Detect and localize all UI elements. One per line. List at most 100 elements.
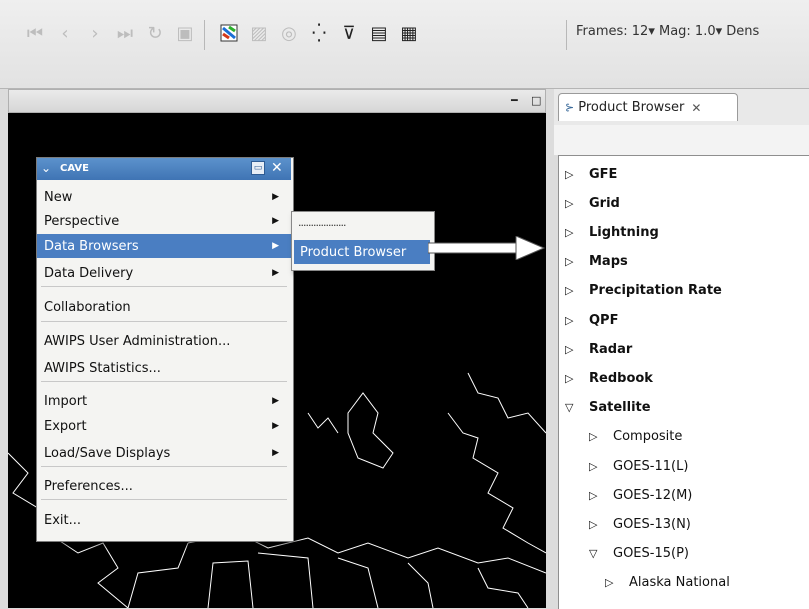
submenu-arrow-icon: ▶	[272, 192, 279, 202]
menu-item-data-browsers[interactable]: Data Browsers ▶	[37, 234, 291, 258]
expand-arrow-icon[interactable]: ▷	[565, 197, 581, 210]
tree-item-label: Satellite	[589, 400, 651, 416]
refresh-icon[interactable]: ▣	[172, 22, 198, 44]
next-frame-icon[interactable]: ›	[82, 22, 108, 44]
submenu-arrow-icon: ▶	[272, 216, 279, 226]
submenu-item-product-browser[interactable]: Product Browser	[294, 240, 430, 264]
tree-item-grid[interactable]: ▷ Grid	[565, 189, 620, 217]
tree-item-maps[interactable]: ▷ Maps	[565, 248, 628, 276]
menu-item-perspective[interactable]: Perspective ▶	[37, 209, 291, 233]
expand-arrow-icon[interactable]: ▷	[589, 460, 605, 473]
expand-arrow-icon[interactable]: ▷	[565, 343, 581, 356]
menu-item-import[interactable]: Import ▶	[37, 389, 291, 413]
frames-mag-density-controls[interactable]: Frames: 12▾ Mag: 1.0▾ Dens	[576, 24, 759, 39]
menu-item-new[interactable]: New ▶	[37, 185, 291, 209]
tree-item-label: Composite	[613, 429, 683, 445]
menu-item-label: Collaboration	[44, 299, 131, 315]
submenu-arrow-icon: ▶	[272, 396, 279, 406]
expand-arrow-icon[interactable]: ▷	[589, 489, 605, 502]
submenu-tearoff[interactable]: ...................	[298, 216, 346, 229]
menu-item-exit[interactable]: Exit...	[37, 508, 291, 532]
collapse-arrow-icon[interactable]: ▽	[565, 401, 581, 414]
menu-item-label: Perspective	[44, 213, 120, 229]
tree-item-goes-11-l[interactable]: ▷ GOES-11(L)	[589, 452, 688, 480]
tree-item-label: Alaska National	[629, 575, 730, 591]
multi-panel-icon[interactable]: ▦	[396, 22, 422, 44]
expand-arrow-icon[interactable]: ▷	[565, 314, 581, 327]
maximize-icon[interactable]: □	[531, 94, 541, 107]
menu-item-label: Load/Save Displays	[44, 445, 171, 461]
expand-arrow-icon[interactable]: ▷	[565, 372, 581, 385]
menu-item-label: AWIPS Statistics...	[44, 360, 161, 376]
tree-item-qpf[interactable]: ▷ QPF	[565, 306, 618, 334]
tree-item-label: Lightning	[589, 224, 659, 240]
tree-item-redbook[interactable]: ▷ Redbook	[565, 364, 653, 392]
coastline	[467, 372, 546, 434]
points-icon[interactable]: ⁛	[306, 22, 332, 44]
tree-view-icon: ⊱	[565, 101, 575, 114]
map-view-header: ━ □	[8, 89, 546, 113]
tab-label: Product Browser	[578, 100, 685, 115]
tree-item-label: Maps	[589, 254, 628, 270]
tree-item-label: Grid	[589, 195, 620, 211]
colormap-icon[interactable]	[216, 22, 242, 44]
tree-item-label: GOES-15(P)	[613, 546, 689, 562]
tree-item-gfe[interactable]: ▷ GFE	[565, 160, 617, 188]
menu-separator	[41, 499, 287, 500]
tree-item-label: QPF	[589, 312, 619, 328]
tree-item-goes-12-m[interactable]: ▷ GOES-12(M)	[589, 481, 692, 509]
expand-arrow-icon[interactable]: ▷	[589, 518, 605, 531]
product-browser-tree[interactable]: ▷ GFE ▷ Grid ▷ Lightning ▷ Maps ▷ Precipitation R…	[558, 155, 809, 609]
cave-menu-title: CAVE	[60, 163, 89, 174]
collapse-arrow-icon[interactable]: ▽	[589, 547, 605, 560]
expand-arrow-icon[interactable]: ▷	[565, 284, 581, 297]
panel-layout-icon[interactable]: ▤	[366, 22, 392, 44]
tree-item-radar[interactable]: ▷ Radar	[565, 335, 632, 363]
menu-item-preferences[interactable]: Preferences...	[37, 474, 291, 498]
tree-item-label: Radar	[589, 341, 633, 357]
state-line	[407, 562, 434, 608]
expand-arrow-icon[interactable]: ▷	[565, 226, 581, 239]
tree-item-composite[interactable]: ▷ Composite	[589, 423, 682, 451]
tree-item-precipitation-rate[interactable]: ▷ Precipitation Rate	[565, 277, 722, 305]
menu-item-data-delivery[interactable]: Data Delivery ▶	[37, 261, 291, 285]
image-icon[interactable]: ▨	[246, 22, 272, 44]
tab-product-browser[interactable]: ⊱ Product Browser ✕	[558, 93, 738, 121]
tools-icon[interactable]: ⊽	[336, 22, 362, 44]
menu-item-awips-user-administration[interactable]: AWIPS User Administration...	[37, 329, 291, 353]
expand-arrow-icon[interactable]: ▷	[605, 576, 621, 589]
expand-arrow-icon[interactable]: ▷	[565, 168, 581, 181]
menu-item-export[interactable]: Export ▶	[37, 414, 291, 438]
maximize-icon[interactable]: ▭	[251, 161, 265, 175]
tree-item-label: Precipitation Rate	[589, 283, 722, 299]
state-line	[127, 542, 189, 608]
previous-frame-icon[interactable]: ‹	[52, 22, 78, 44]
last-frame-icon[interactable]: ⏭	[112, 22, 138, 44]
menu-item-label: Import	[44, 393, 88, 409]
state-line	[257, 552, 314, 608]
submenu-arrow-icon: ▶	[272, 268, 279, 278]
layers-icon[interactable]: ◎	[276, 22, 302, 44]
expand-arrow-icon[interactable]: ▷	[565, 255, 581, 268]
lake-outline	[307, 412, 339, 434]
tree-item-alaska-national[interactable]: ▷ Alaska National	[605, 569, 730, 597]
chevron-down-icon[interactable]: ⌄	[41, 161, 51, 175]
expand-arrow-icon[interactable]: ▷	[589, 430, 605, 443]
close-tab-icon[interactable]: ✕	[691, 101, 701, 115]
tree-item-lightning[interactable]: ▷ Lightning	[565, 218, 659, 246]
menu-item-load-save-displays[interactable]: Load/Save Displays ▶	[37, 441, 291, 465]
tree-item-goes-13-n[interactable]: ▷ GOES-13(N)	[589, 510, 691, 538]
menu-item-awips-statistics[interactable]: AWIPS Statistics...	[37, 356, 291, 380]
menu-item-collaboration[interactable]: Collaboration	[37, 295, 291, 319]
first-frame-icon[interactable]: ⏮	[22, 22, 48, 44]
minimize-icon[interactable]: ━	[511, 94, 518, 107]
tree-item-satellite[interactable]: ▽ Satellite	[565, 394, 651, 422]
tree-item-label: GFE	[589, 166, 618, 182]
loop-icon[interactable]: ↻	[142, 22, 168, 44]
submenu-arrow-icon: ▶	[272, 448, 279, 458]
state-line	[207, 560, 254, 608]
tree-item-label: GOES-11(L)	[613, 458, 689, 474]
menu-item-label: Export	[44, 418, 87, 434]
close-icon[interactable]: ✕	[271, 160, 283, 176]
tree-item-goes-15-p[interactable]: ▽ GOES-15(P)	[589, 540, 689, 568]
